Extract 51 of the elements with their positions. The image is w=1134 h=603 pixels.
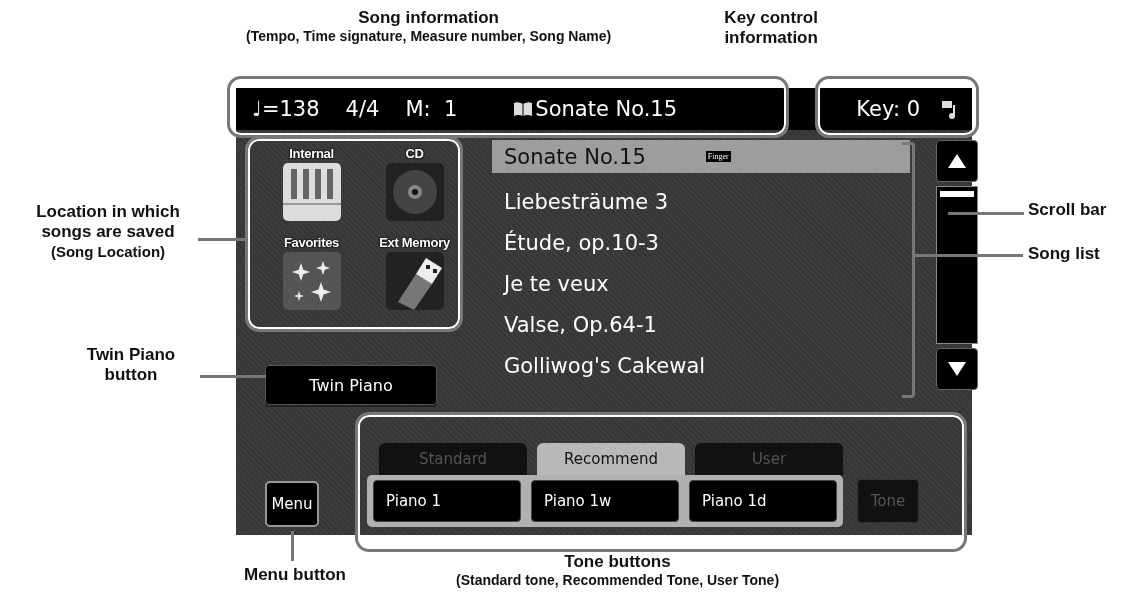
callout-sublabel: (Tempo, Time signature, Measure number, Song Name) [246,28,612,46]
song-title: Golliwog's Cakewal [504,353,706,378]
usb-stick-icon [385,252,444,310]
leader-line [198,238,245,241]
callout-label: Song list [1028,244,1100,265]
callout-label: Twin Piano button [85,344,177,386]
measure-text: M: 1 [405,97,458,121]
song-row[interactable]: Golliwog's Cakewal [492,345,910,386]
twin-piano-button[interactable]: Twin Piano [265,365,437,405]
leader-line [291,531,294,561]
location-button[interactable]: Favorites [260,235,363,310]
down-triangle-icon [948,362,966,376]
leader-line [200,375,266,378]
song-name-text: Sonate No.15 [535,97,678,121]
song-title: Je te veux [504,271,609,296]
song-row[interactable]: Sonate No.15 Finger [492,140,910,173]
song-row[interactable]: Liebesträume 3 [492,181,910,222]
callout-sublabel: (Standard tone, Recommended Tone, User Tone) [455,572,780,590]
callout-label: Menu button [244,565,346,586]
callout-label: Song information [358,8,499,29]
song-tag: Finger [705,151,731,162]
tone-button[interactable]: Piano 1 [373,480,521,522]
location-button[interactable]: Internal [260,146,363,221]
song-title: Valse, Op.64-1 [504,312,657,337]
scroll-down-button[interactable] [936,348,978,390]
callout-sublabel: (Song Location) [50,242,166,261]
tone-button[interactable]: Piano 1d [689,480,837,522]
scroll-thumb[interactable] [940,191,974,197]
song-row[interactable]: Étude, op.10-3 [492,222,910,263]
location-button[interactable]: CD [363,146,466,221]
song-row[interactable]: Je te veux [492,263,910,304]
scroll-up-button[interactable] [936,140,978,182]
location-button[interactable]: Ext Memory [363,235,466,310]
song-title: Étude, op.10-3 [504,230,659,255]
time-signature-text: 4/4 [345,97,380,121]
callout-label: Key control information [723,8,819,49]
up-triangle-icon [948,154,966,168]
tone-button[interactable]: Piano 1w [531,480,679,522]
key-text: Key: 0 [856,97,920,121]
song-title: Liebesträume 3 [504,189,669,214]
tempo-text: ♩=138 [252,97,320,121]
callout-label: Location in which songs are saved [35,202,181,243]
song-title: Sonate No.15 [504,144,646,169]
callout-label: Scroll bar [1028,200,1107,221]
open-book-icon [513,101,534,117]
callout-label: Tone buttons [564,552,671,573]
song-row[interactable]: Valse, Op.64-1 [492,304,910,345]
tone-tab[interactable]: Recommend [537,443,685,475]
sparkles-icon [282,252,341,310]
piano-keys-icon [282,163,341,221]
menu-button[interactable]: Menu [265,481,319,527]
